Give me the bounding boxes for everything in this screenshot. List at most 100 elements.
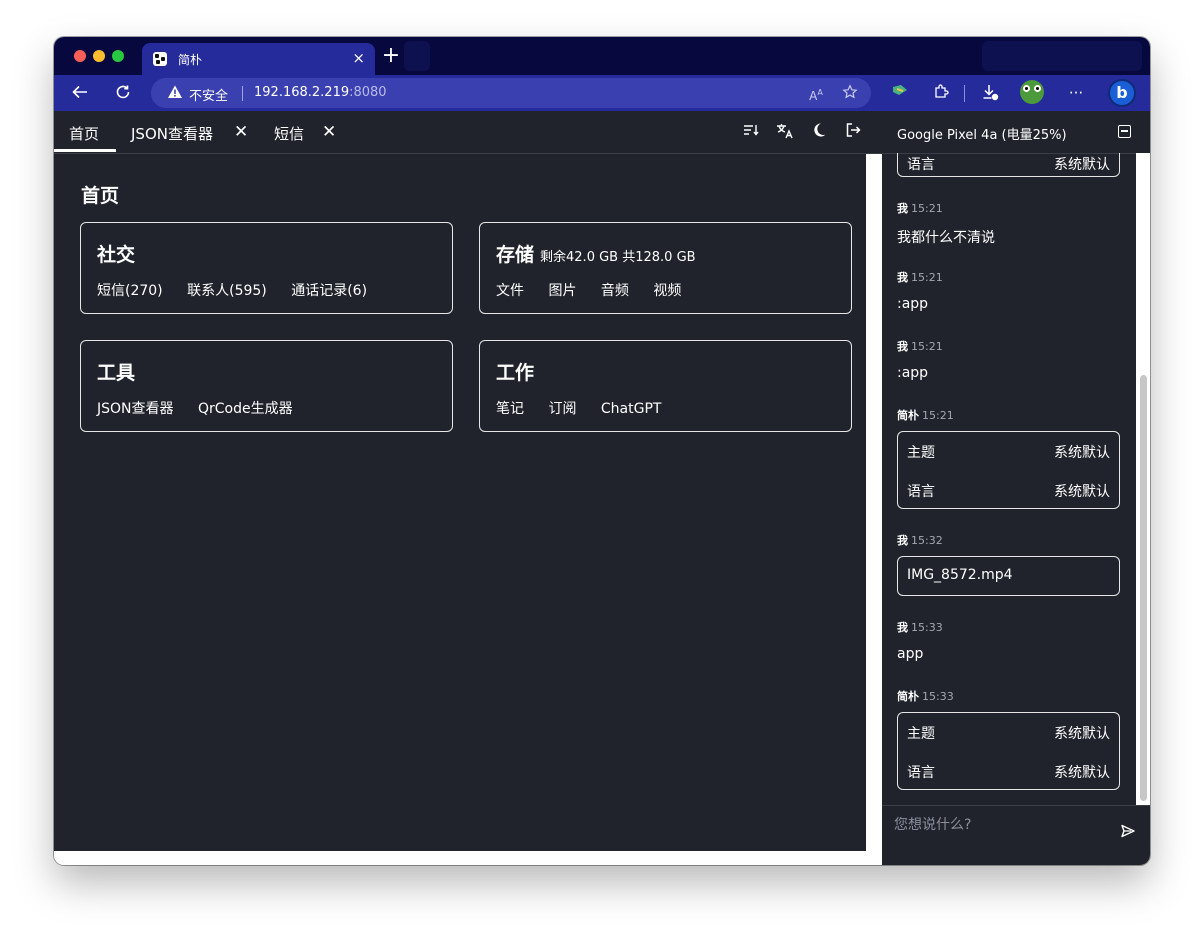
link-files[interactable]: 文件 bbox=[496, 283, 524, 299]
more-icon[interactable]: ··· bbox=[1065, 83, 1087, 103]
message-sender: 我 bbox=[897, 202, 908, 215]
card-title: 社交 bbox=[97, 240, 135, 267]
link-images[interactable]: 图片 bbox=[548, 283, 576, 299]
new-tab-button[interactable]: + bbox=[380, 45, 402, 68]
message-time: 15:33 bbox=[922, 690, 954, 703]
card-links: JSON查看器 QrCode生成器 bbox=[97, 398, 313, 418]
message-sender: 我 bbox=[897, 621, 908, 634]
extension-icon[interactable] bbox=[889, 83, 911, 103]
link-chatgpt[interactable]: ChatGPT bbox=[601, 401, 662, 417]
setting-value: 系统默认 bbox=[1054, 726, 1110, 742]
card-links: 笔记 订阅 ChatGPT bbox=[496, 398, 681, 418]
moon-icon[interactable] bbox=[809, 122, 829, 142]
sort-icon[interactable] bbox=[741, 122, 761, 142]
browser-tab[interactable]: 简朴 × bbox=[142, 43, 375, 75]
link-qrcode-generator[interactable]: QrCode生成器 bbox=[198, 401, 293, 417]
back-icon[interactable] bbox=[69, 83, 91, 103]
message-meta: 我 15:21 bbox=[897, 269, 943, 285]
link-json-viewer[interactable]: JSON查看器 bbox=[97, 401, 174, 417]
storage-summary: 剩余42.0 GB 共128.0 GB bbox=[540, 250, 696, 265]
refresh-icon[interactable] bbox=[112, 83, 134, 103]
favorite-icon[interactable] bbox=[841, 84, 859, 102]
tab-home[interactable]: 首页 bbox=[69, 123, 99, 144]
close-icon[interactable]: ✕ bbox=[322, 122, 336, 142]
message-meta: 简朴 15:21 bbox=[897, 407, 954, 423]
message-time: 15:32 bbox=[911, 534, 943, 547]
scrollbar-thumb[interactable] bbox=[1140, 375, 1147, 801]
zoom-window-button[interactable] bbox=[112, 50, 124, 62]
device-name: Google Pixel 4a (电量25%) bbox=[897, 128, 1067, 143]
message-meta: 我 15:21 bbox=[897, 338, 943, 354]
link-video[interactable]: 视频 bbox=[653, 283, 681, 299]
message-text: :app bbox=[897, 296, 929, 312]
card-title-text: 存储 bbox=[496, 244, 535, 266]
setting-key: 主题 bbox=[907, 445, 935, 461]
message-time: 15:21 bbox=[911, 271, 943, 284]
url-text[interactable]: 192.168.2.219:8080 bbox=[254, 85, 387, 100]
file-attachment[interactable]: IMG_8572.mp4 bbox=[897, 556, 1120, 596]
title-bar: 简朴 × + bbox=[54, 37, 1150, 75]
card-social: 社交 短信(270) 联系人(595) 通话记录(6) bbox=[80, 222, 453, 314]
message-time: 15:21 bbox=[922, 409, 954, 422]
main-pane: 首页 JSON查看器 ✕ 短信 ✕ 首页 社交 短信(270) 联系人(595)… bbox=[54, 111, 882, 851]
warning-icon bbox=[167, 84, 183, 104]
app-tab-bar: 首页 JSON查看器 ✕ 短信 ✕ bbox=[54, 111, 882, 154]
logout-icon[interactable] bbox=[843, 122, 863, 142]
card-title: 存储 剩余42.0 GB 共128.0 GB bbox=[496, 240, 696, 267]
message-sender: 我 bbox=[897, 271, 908, 284]
setting-value: 系统默认 bbox=[1054, 445, 1110, 461]
card-tools: 工具 JSON查看器 QrCode生成器 bbox=[80, 340, 453, 432]
address-divider bbox=[242, 86, 243, 101]
bing-icon[interactable]: b bbox=[1108, 79, 1136, 107]
card-links: 文件 图片 音频 视频 bbox=[496, 280, 701, 300]
message-text: app bbox=[897, 646, 924, 662]
link-sms[interactable]: 短信(270) bbox=[97, 283, 163, 299]
message-time: 15:21 bbox=[911, 202, 943, 215]
send-icon[interactable] bbox=[1120, 823, 1136, 843]
link-notes[interactable]: 笔记 bbox=[496, 401, 524, 417]
read-aloud-icon[interactable]: AA bbox=[807, 84, 825, 103]
link-call-log[interactable]: 通话记录(6) bbox=[291, 283, 367, 299]
page-title: 首页 bbox=[81, 185, 120, 207]
collapse-icon[interactable] bbox=[1118, 125, 1131, 138]
browser-tab-title: 简朴 bbox=[178, 53, 203, 67]
message-meta: 我 15:21 bbox=[897, 200, 943, 216]
message-bubble: 主题 系统默认 语言 系统默认 bbox=[897, 431, 1120, 509]
not-secure-label[interactable]: 不安全 bbox=[189, 85, 228, 104]
setting-value: 系统默认 bbox=[1054, 765, 1110, 781]
message-time: 15:33 bbox=[911, 621, 943, 634]
chat-input[interactable]: 您想说什么? bbox=[894, 814, 971, 834]
setting-key: 语言 bbox=[907, 484, 935, 500]
message-meta: 我 15:32 bbox=[897, 532, 943, 548]
minimize-window-button[interactable] bbox=[93, 50, 105, 62]
setting-row: 语言 系统默认 bbox=[907, 762, 1110, 782]
download-icon[interactable] bbox=[979, 83, 1001, 103]
tab-json-viewer[interactable]: JSON查看器 bbox=[131, 123, 213, 144]
translate-icon[interactable] bbox=[775, 122, 795, 142]
message-sender: 简朴 bbox=[897, 409, 919, 422]
setting-row: 语言 系统默认 bbox=[907, 481, 1110, 501]
browser-toolbar: 不安全 192.168.2.219:8080 AA ··· b bbox=[54, 75, 1150, 111]
setting-key: 语言 bbox=[907, 765, 935, 781]
address-bar[interactable]: 不安全 192.168.2.219:8080 AA bbox=[151, 78, 871, 108]
setting-row: 主题 系统默认 bbox=[907, 723, 1110, 743]
tab-close-icon[interactable]: × bbox=[352, 49, 365, 67]
link-audio[interactable]: 音频 bbox=[601, 283, 629, 299]
profile-frog-icon[interactable] bbox=[1020, 80, 1044, 104]
message-bubble: 主题 系统默认 语言 系统默认 bbox=[897, 712, 1120, 790]
url-host: 192.168.2.219 bbox=[254, 85, 350, 100]
tab-sms[interactable]: 短信 bbox=[274, 123, 304, 144]
puzzle-icon[interactable] bbox=[930, 83, 952, 103]
chat-scrollbar[interactable] bbox=[1136, 153, 1150, 805]
card-title: 工具 bbox=[97, 358, 135, 385]
card-title-text: 社交 bbox=[97, 244, 136, 266]
close-window-button[interactable] bbox=[74, 50, 86, 62]
card-title-text: 工作 bbox=[496, 362, 535, 384]
window-drag-area bbox=[982, 41, 1142, 71]
link-contacts[interactable]: 联系人(595) bbox=[187, 283, 267, 299]
card-title: 工作 bbox=[496, 358, 534, 385]
close-icon[interactable]: ✕ bbox=[234, 122, 248, 142]
link-subscriptions[interactable]: 订阅 bbox=[548, 401, 576, 417]
browser-window: 简朴 × + 不安全 192.168.2.219:8080 AA ··· b 首… bbox=[54, 37, 1150, 865]
setting-key: 语言 bbox=[907, 157, 935, 173]
